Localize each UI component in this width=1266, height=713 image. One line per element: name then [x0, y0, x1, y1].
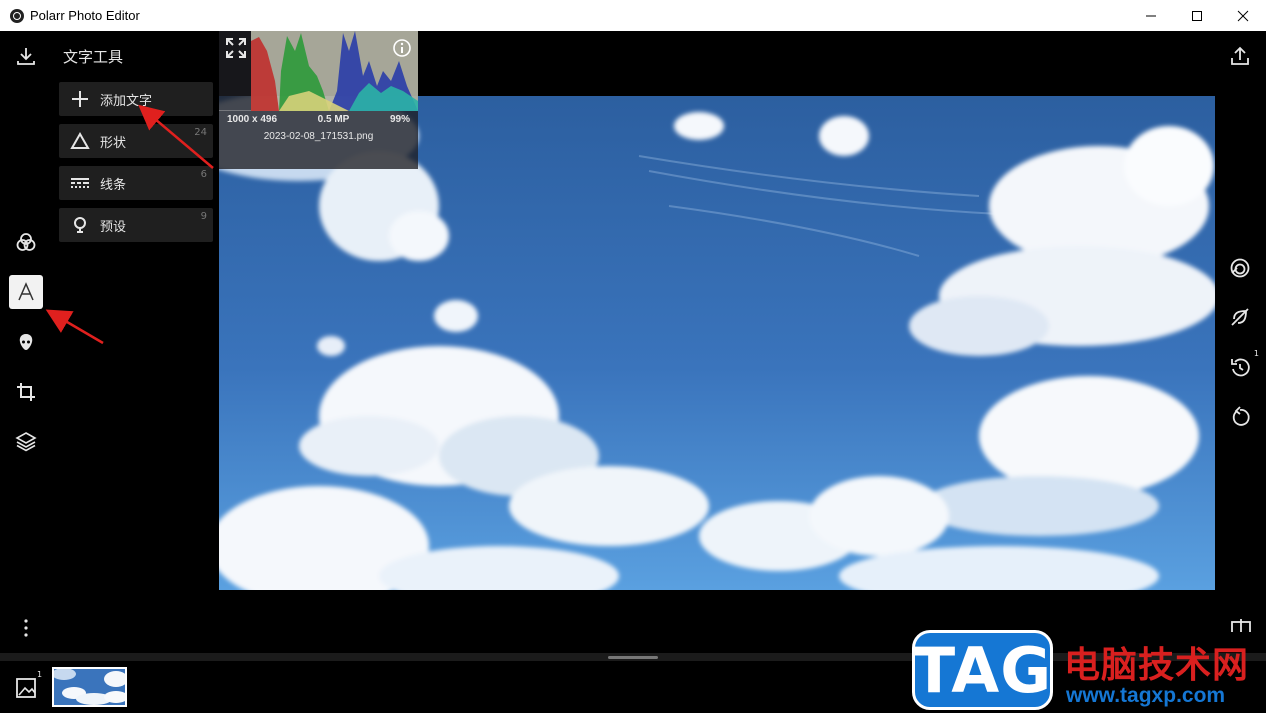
filters-button[interactable]: [9, 225, 43, 259]
download-button[interactable]: [9, 39, 43, 73]
layers-icon: [15, 432, 37, 452]
watermark-logo: TAG: [912, 630, 1053, 710]
gallery-icon: [16, 678, 36, 698]
tool-shapes[interactable]: 形状 24: [59, 124, 213, 158]
text-tool-button[interactable]: [9, 275, 43, 309]
fullscreen-icon[interactable]: [225, 37, 247, 59]
sky-image: [219, 96, 1215, 590]
tool-label: 线条: [100, 177, 127, 193]
histogram-chart: [219, 31, 418, 111]
crop-button[interactable]: [9, 375, 43, 409]
face-button[interactable]: [9, 325, 43, 359]
history-badge: 1: [1253, 349, 1259, 358]
history-button[interactable]: 1: [1226, 349, 1259, 381]
image-info: 1000 x 496 0.5 MP 99% 2023-02-08_171531.…: [219, 114, 418, 142]
bulb-icon: [69, 214, 91, 236]
text-tool-icon: [18, 282, 34, 301]
lines-icon: [69, 172, 91, 194]
tool-count: 6: [200, 169, 207, 180]
compare-button[interactable]: [1226, 254, 1254, 282]
more-button[interactable]: [9, 611, 43, 645]
split-view-icon: [1231, 619, 1251, 632]
close-button[interactable]: [1220, 0, 1266, 31]
watermark-tag: TAG: [912, 633, 1053, 707]
image-megapixels: 0.5 MP: [317, 114, 350, 125]
tool-count: 24: [194, 127, 207, 138]
maximize-icon: [1192, 10, 1202, 21]
tool-label: 预设: [100, 219, 127, 235]
disable-button[interactable]: [1226, 303, 1254, 331]
more-vertical-icon: [24, 619, 28, 637]
reset-icon: [1232, 406, 1250, 426]
panel-title: 文字工具: [63, 48, 124, 66]
thumbnail-image: [54, 669, 125, 705]
layers-button[interactable]: [9, 424, 43, 458]
image-dimensions: 1000 x 496: [227, 114, 278, 125]
title-bar: Polarr Photo Editor: [0, 0, 1266, 31]
app-window: Polarr Photo Editor 文字工具 添加文字 形状 24 线条 6…: [0, 0, 1266, 713]
maximize-button[interactable]: [1174, 0, 1220, 31]
tool-label: 添加文字: [100, 93, 153, 109]
crop-icon: [17, 383, 35, 401]
split-view-button[interactable]: [1230, 618, 1252, 632]
plus-icon: [69, 88, 91, 110]
minimize-icon: [1146, 15, 1156, 16]
zoom-level: 99%: [389, 114, 410, 125]
window-title: Polarr Photo Editor: [30, 8, 140, 23]
photo-thumbnail[interactable]: [52, 667, 127, 707]
app-logo-icon: [10, 8, 24, 23]
compare-icon: [1230, 258, 1250, 278]
share-button[interactable]: [1226, 42, 1254, 70]
image-filename: 2023-02-08_171531.png: [263, 131, 374, 142]
film-strip-handle[interactable]: [608, 656, 658, 659]
tool-count: 9: [200, 211, 207, 222]
tool-add-text[interactable]: 添加文字: [59, 82, 213, 116]
tool-lines[interactable]: 线条 6: [59, 166, 213, 200]
disable-icon: [1231, 308, 1249, 326]
face-icon: [19, 334, 33, 350]
arrow-to-text-tool: [45, 309, 104, 345]
share-icon: [1231, 46, 1249, 65]
download-icon: [17, 48, 35, 65]
photo-canvas[interactable]: [219, 96, 1215, 590]
gallery-badge: 1: [37, 670, 43, 679]
minimize-button[interactable]: [1128, 0, 1174, 31]
histogram-panel: 1000 x 496 0.5 MP 99% 2023-02-08_171531.…: [219, 31, 418, 169]
tool-label: 形状: [100, 135, 127, 151]
triangle-icon: [69, 130, 91, 152]
reset-button[interactable]: [1226, 403, 1254, 431]
watermark-cn: 电脑技术网: [1064, 645, 1250, 686]
gallery-button[interactable]: 1: [15, 670, 42, 700]
info-icon[interactable]: [392, 38, 412, 58]
watermark-url: www.tagxp.com: [1066, 684, 1226, 707]
history-icon: [1231, 358, 1250, 377]
filters-icon: [16, 233, 36, 251]
close-icon: [1237, 10, 1249, 21]
tool-presets[interactable]: 预设 9: [59, 208, 213, 242]
